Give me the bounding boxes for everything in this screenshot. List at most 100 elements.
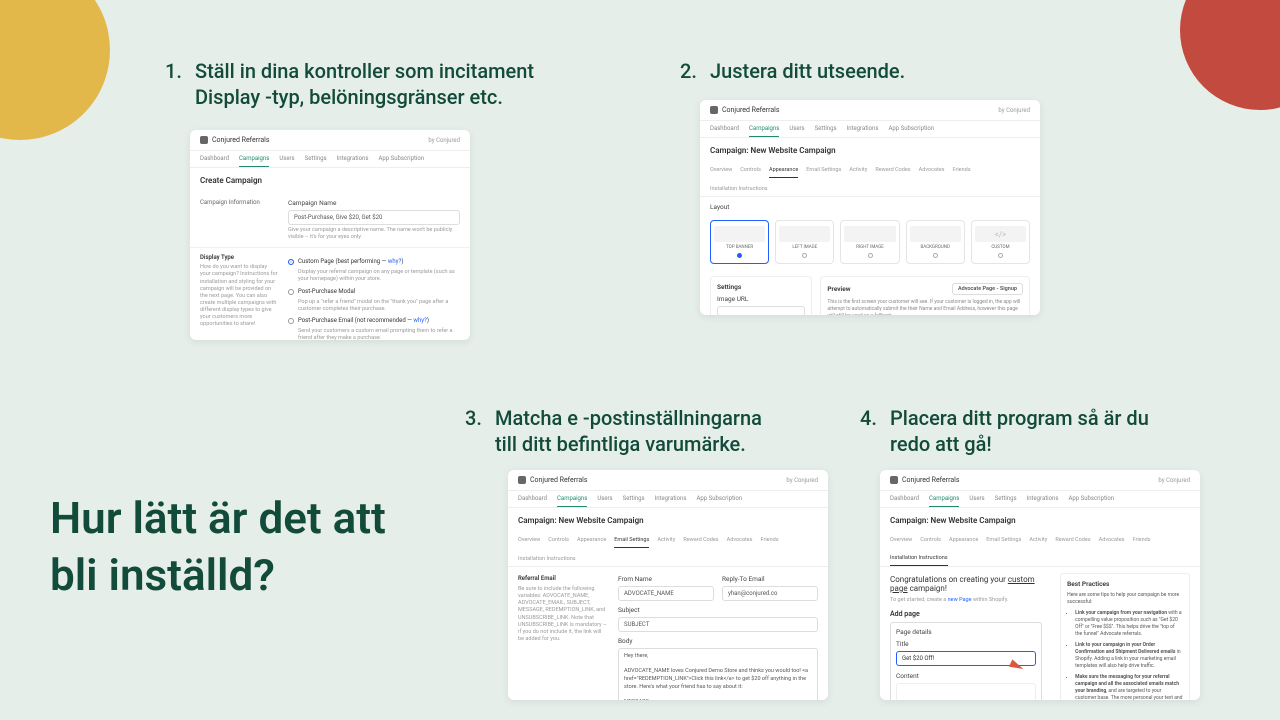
add-page-heading: Add page	[890, 610, 1042, 618]
subtab-codes[interactable]: Reward Codes	[1055, 537, 1090, 547]
tab-dashboard[interactable]: Dashboard	[890, 495, 919, 507]
tab-subscription[interactable]: App Subscription	[696, 495, 742, 507]
tab-settings[interactable]: Settings	[995, 495, 1017, 507]
tab-campaigns[interactable]: Campaigns	[929, 495, 959, 507]
tab-users[interactable]: Users	[969, 495, 984, 507]
subtab-controls[interactable]: Controls	[920, 537, 941, 547]
subtab-email[interactable]: Email Settings	[614, 537, 649, 548]
preview-page-select[interactable]: Advocate Page - Signup	[952, 283, 1023, 295]
tab-users[interactable]: Users	[279, 155, 294, 167]
radio-post-purchase-email[interactable]	[288, 318, 294, 324]
decorative-blob-red	[1180, 0, 1280, 110]
tab-users[interactable]: Users	[597, 495, 612, 507]
subtab-appearance[interactable]: Appearance	[577, 537, 606, 548]
radio-post-purchase-modal[interactable]	[288, 289, 294, 295]
app-name: Conjured Referrals	[902, 476, 959, 484]
campaign-name-label: Campaign Name	[288, 199, 460, 207]
tab-subscription[interactable]: App Subscription	[1068, 495, 1114, 507]
tab-dashboard[interactable]: Dashboard	[710, 125, 739, 137]
layout-background[interactable]: BACKGROUND	[906, 220, 965, 264]
mock-create-campaign: Conjured Referrals by Conjured Dashboard…	[190, 130, 470, 340]
step-3: 3. Matcha e -postinställningarna till di…	[465, 405, 762, 457]
best-practice-2: Link to your campaign in your Order Conf…	[1075, 642, 1183, 670]
layout-left-image[interactable]: LEFT IMAGE	[775, 220, 834, 264]
subject-label: Subject	[618, 606, 818, 614]
subtab-overview[interactable]: Overview	[518, 537, 540, 548]
subtab-advocates[interactable]: Advocates	[727, 537, 753, 548]
subtab-instructions[interactable]: Installation Instructions	[710, 186, 768, 196]
subject-input[interactable]: SUBJECT	[618, 617, 818, 632]
referral-email-hint: Be sure to include the following variabl…	[518, 586, 608, 643]
radio-custom-page-desc: Display your referral campaign on any pa…	[298, 269, 460, 283]
layout-label: Layout	[700, 197, 1040, 211]
from-name-input[interactable]: ADVOCATE_NAME	[618, 586, 714, 601]
app-name: Conjured Referrals	[212, 136, 269, 144]
app-byline: by Conjured	[428, 137, 460, 144]
headline: Hur lätt är det att bli inställd?	[50, 490, 386, 604]
layout-top-banner[interactable]: TOP BANNER	[710, 220, 769, 264]
image-url-input[interactable]	[717, 306, 805, 315]
step-4-text-b: redo att gå!	[890, 431, 1149, 457]
reply-to-input[interactable]: yhan@conjured.co	[722, 586, 818, 601]
mock-appearance: Conjured Referrals by Conjured Dashboard…	[700, 100, 1040, 315]
page-title-label: Title	[896, 640, 1036, 648]
layout-right-image[interactable]: RIGHT IMAGE	[840, 220, 899, 264]
preview-title: Preview	[827, 285, 850, 293]
subtab-friends[interactable]: Friends	[1133, 537, 1151, 547]
campaign-name-input[interactable]: Post-Purchase, Give $20, Get $20	[288, 210, 460, 225]
subtab-instructions[interactable]: Installation Instructions	[518, 556, 576, 566]
step-1-text-b: Display -typ, belöningsgränser etc.	[195, 84, 534, 110]
page-content-label: Content	[896, 672, 1036, 680]
subtab-activity[interactable]: Activity	[849, 167, 867, 178]
section-label-campaign-info: Campaign Information	[200, 199, 278, 241]
main-tabs: Dashboard Campaigns Users Settings Integ…	[190, 151, 470, 168]
tab-settings[interactable]: Settings	[305, 155, 327, 167]
tab-subscription[interactable]: App Subscription	[378, 155, 424, 167]
subtab-advocates[interactable]: Advocates	[919, 167, 945, 178]
radio-custom-page-label: Custom Page (best performing — why?)	[298, 258, 403, 265]
tab-integrations[interactable]: Integrations	[847, 125, 879, 137]
subtab-email[interactable]: Email Settings	[806, 167, 841, 178]
tab-campaigns[interactable]: Campaigns	[239, 155, 269, 167]
tab-settings[interactable]: Settings	[623, 495, 645, 507]
subtab-appearance[interactable]: Appearance	[769, 167, 798, 178]
subtab-appearance[interactable]: Appearance	[949, 537, 978, 547]
settings-title: Settings	[717, 283, 805, 291]
tab-campaigns[interactable]: Campaigns	[749, 125, 779, 137]
app-logo-icon	[200, 136, 208, 144]
subtab-overview[interactable]: Overview	[710, 167, 732, 178]
tab-campaigns[interactable]: Campaigns	[557, 495, 587, 507]
tab-settings[interactable]: Settings	[815, 125, 837, 137]
tab-dashboard[interactable]: Dashboard	[200, 155, 229, 167]
best-practice-1: Link your campaign from your navigation …	[1075, 610, 1183, 638]
tab-integrations[interactable]: Integrations	[337, 155, 369, 167]
subtab-codes[interactable]: Reward Codes	[875, 167, 910, 178]
tab-subscription[interactable]: App Subscription	[888, 125, 934, 137]
tab-users[interactable]: Users	[789, 125, 804, 137]
subtab-codes[interactable]: Reward Codes	[683, 537, 718, 548]
subtab-controls[interactable]: Controls	[548, 537, 569, 548]
subtab-controls[interactable]: Controls	[740, 167, 761, 178]
subtab-overview[interactable]: Overview	[890, 537, 912, 547]
step-1-number: 1.	[165, 58, 187, 110]
app-name: Conjured Referrals	[530, 476, 587, 484]
subtab-instructions[interactable]: Installation Instructions	[890, 555, 948, 566]
subtab-activity[interactable]: Activity	[657, 537, 675, 548]
body-textarea[interactable]: Hey there, ADVOCATE_NAME loves Conjured …	[618, 648, 818, 700]
subtab-activity[interactable]: Activity	[1029, 537, 1047, 547]
subtab-email[interactable]: Email Settings	[986, 537, 1021, 547]
best-practices-title: Best Practices	[1067, 580, 1183, 589]
app-logo-icon	[890, 476, 898, 484]
getstarted-hint: To get started, create a new Page within…	[890, 597, 1052, 604]
tab-integrations[interactable]: Integrations	[1027, 495, 1059, 507]
tab-integrations[interactable]: Integrations	[655, 495, 687, 507]
radio-post-purchase-email-desc: Send your customers a custom email promp…	[298, 328, 460, 340]
subtab-advocates[interactable]: Advocates	[1099, 537, 1125, 547]
layout-custom[interactable]: </>CUSTOM	[971, 220, 1030, 264]
subtab-friends[interactable]: Friends	[953, 167, 971, 178]
reply-to-label: Reply-To Email	[722, 575, 818, 583]
radio-custom-page[interactable]	[288, 259, 294, 265]
display-type-label: Display Type	[200, 254, 278, 261]
tab-dashboard[interactable]: Dashboard	[518, 495, 547, 507]
subtab-friends[interactable]: Friends	[761, 537, 779, 548]
